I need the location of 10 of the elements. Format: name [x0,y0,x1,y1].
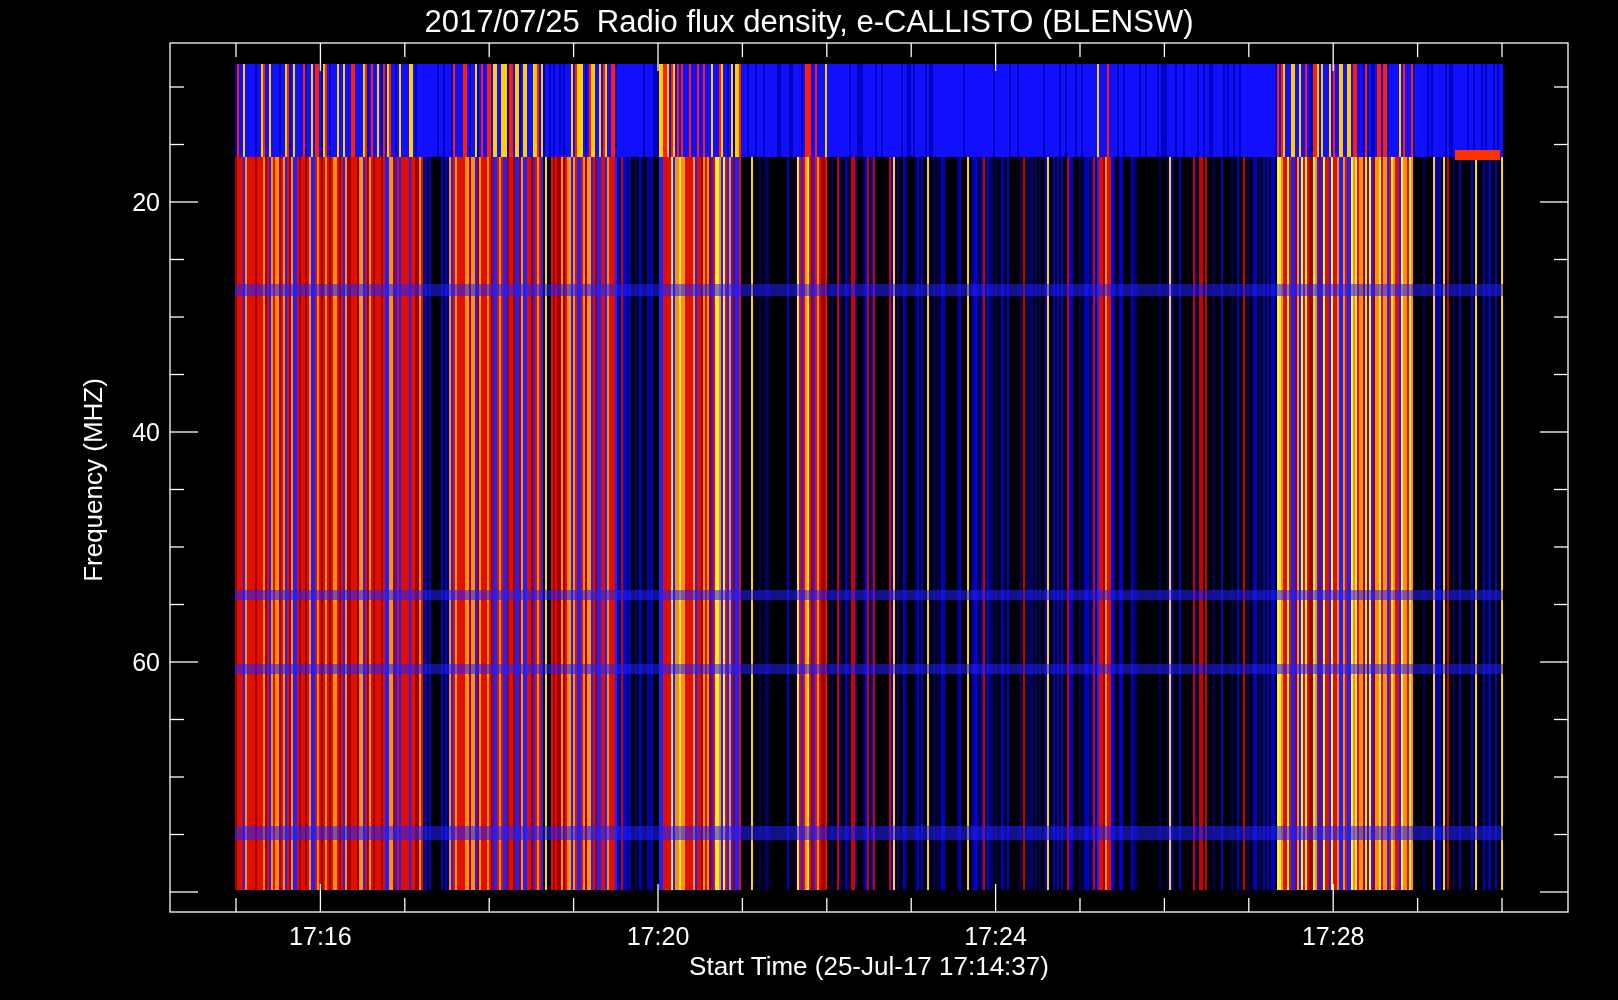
y-tick-label: 20 [132,188,160,216]
x-tick-label: 17:24 [964,922,1027,950]
y-axis-label: Frequency (MHZ) [78,378,108,582]
x-tick-label: 17:20 [626,922,690,950]
x-tick-label: 17:28 [1301,922,1365,950]
chart-title: 2017/07/25 Radio flux density, e-CALLISTO (BLENSW) [424,4,1194,39]
x-tick-label: 17:16 [289,922,352,950]
x-axis-label: Start Time (25-Jul-17 17:14:37) [689,951,1049,981]
y-tick-label: 40 [132,418,160,446]
y-tick-label: 60 [132,648,160,676]
